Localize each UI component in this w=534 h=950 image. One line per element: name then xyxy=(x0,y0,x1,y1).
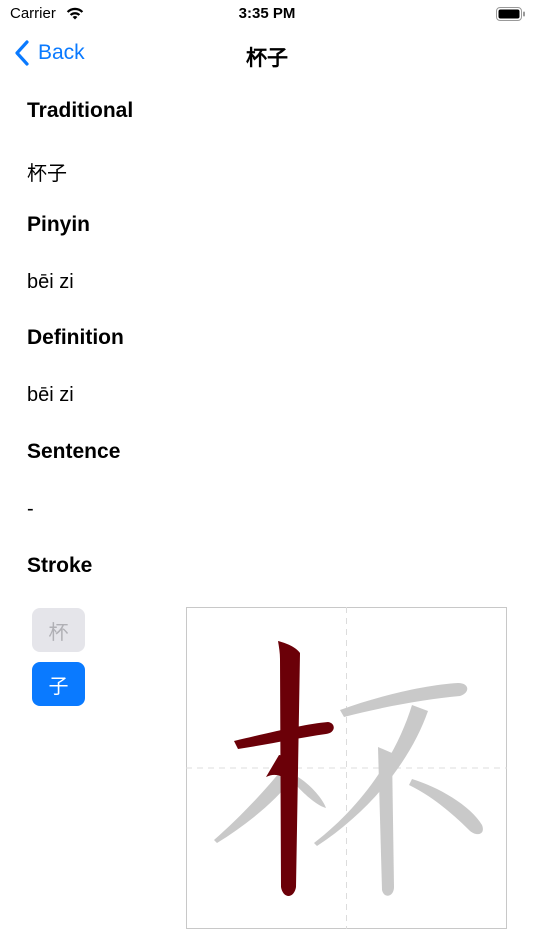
page-title: 杯子 xyxy=(246,47,288,70)
character-tile-1[interactable]: 杯 xyxy=(32,608,85,652)
navigation-bar: Back 杯子 xyxy=(0,28,534,80)
stroke-heading: Stroke xyxy=(27,554,93,577)
traditional-heading: Traditional xyxy=(27,99,134,122)
status-bar: Carrier 3:35 PM xyxy=(0,0,534,28)
word-detail-screen: Carrier 3:35 PM Back 杯子 Traditional 杯子 P… xyxy=(0,0,534,950)
pinyin-heading: Pinyin xyxy=(27,213,91,236)
pinyin-value: bēi zi xyxy=(27,271,74,293)
character-tile-2[interactable]: 子 xyxy=(32,662,85,706)
stroke-order-viewer[interactable] xyxy=(186,607,507,929)
sentence-value: - xyxy=(27,498,34,520)
clock-label: 3:35 PM xyxy=(238,5,296,22)
sentence-heading: Sentence xyxy=(27,440,121,463)
battery-icon xyxy=(496,7,525,21)
definition-value: bēi zi xyxy=(27,384,74,406)
definition-heading: Definition xyxy=(27,326,124,349)
traditional-value: 杯子 xyxy=(27,163,67,185)
